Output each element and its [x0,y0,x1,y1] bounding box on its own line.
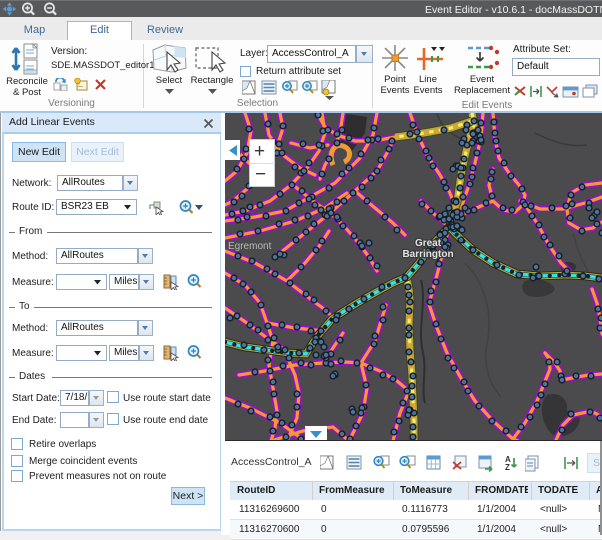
svg-text:Barrington: Barrington [402,249,453,260]
svg-text:Great: Great [415,238,442,249]
svg-text:Z: Z [505,463,510,472]
svg-text:Egremont: Egremont [228,241,272,252]
